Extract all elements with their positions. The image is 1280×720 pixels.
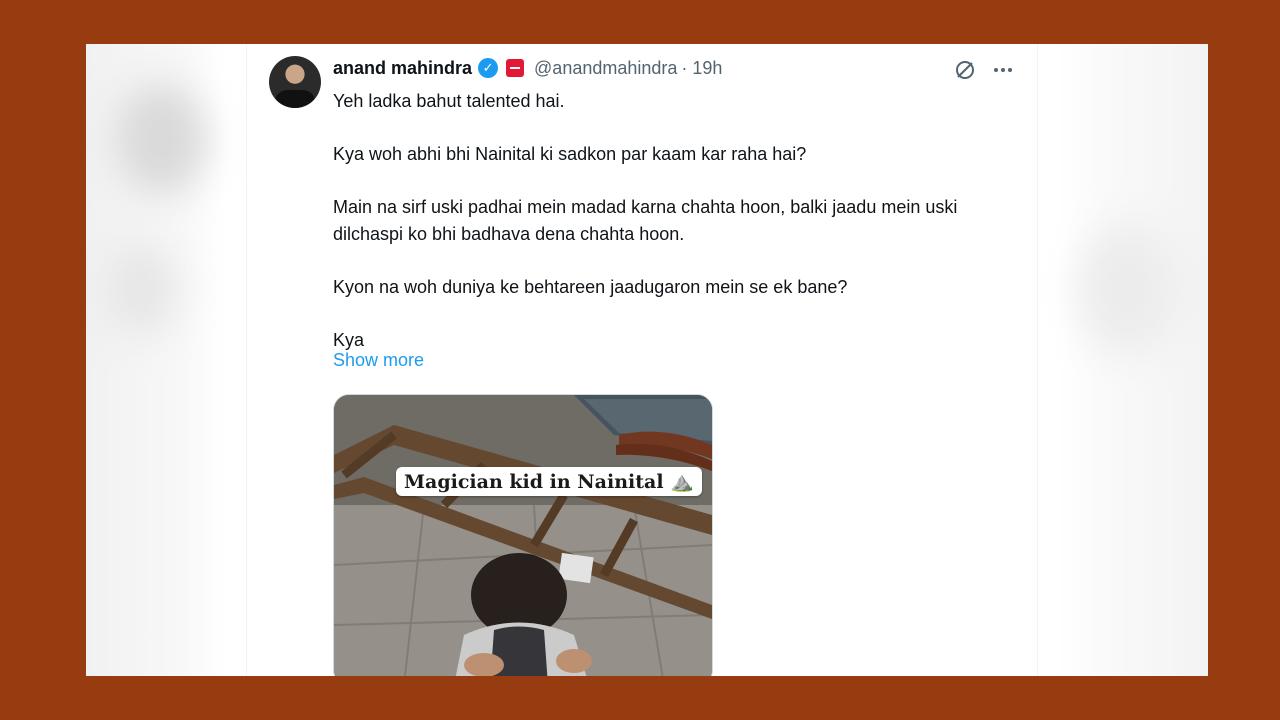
blurred-background-right xyxy=(1058,44,1208,676)
video-caption: Magician kid in Nainital ⛰️ xyxy=(396,467,702,496)
tweet-media-video[interactable]: Magician kid in Nainital ⛰️ xyxy=(333,394,713,676)
avatar[interactable] xyxy=(269,56,321,108)
tweet-paragraph: Kya xyxy=(333,330,365,350)
tweet-paragraph: Kya woh abhi bhi Nainital ki sadkon par … xyxy=(333,144,807,164)
blurred-background-left xyxy=(86,44,226,676)
show-more-link[interactable]: Show more xyxy=(333,350,424,371)
tweet-header: anand mahindra ✓ @anandmahindra · 19h xyxy=(333,57,722,79)
affiliate-badge-icon[interactable] xyxy=(506,59,525,77)
blur-shape xyxy=(1078,224,1178,354)
verified-check-icon: ✓ xyxy=(478,58,499,78)
tweet-text: Yeh ladka bahut talented hai. Kya woh ab… xyxy=(333,88,1023,356)
screenshot-stage: anand mahindra ✓ @anandmahindra · 19h Ye… xyxy=(86,44,1208,676)
blur-shape xyxy=(106,244,176,334)
tweet-time[interactable]: · 19h xyxy=(681,58,722,79)
blur-shape xyxy=(116,84,206,194)
tweet-paragraph: Yeh ladka bahut talented hai. xyxy=(333,91,565,111)
avatar-figure xyxy=(275,90,315,108)
video-frame xyxy=(334,395,712,676)
more-options-icon[interactable] xyxy=(991,58,1015,82)
tweet-paragraph: Main na sirf uski padhai mein madad karn… xyxy=(333,197,958,244)
tweet-actions-top xyxy=(953,58,1015,82)
author-name[interactable]: anand mahindra xyxy=(333,58,472,79)
tweet-paragraph: Kyon na woh duniya ke behtareen jaadugar… xyxy=(333,277,848,297)
author-handle[interactable]: @anandmahindra xyxy=(534,58,677,79)
grok-icon[interactable] xyxy=(953,58,977,82)
tweet-card[interactable]: anand mahindra ✓ @anandmahindra · 19h Ye… xyxy=(246,44,1038,676)
